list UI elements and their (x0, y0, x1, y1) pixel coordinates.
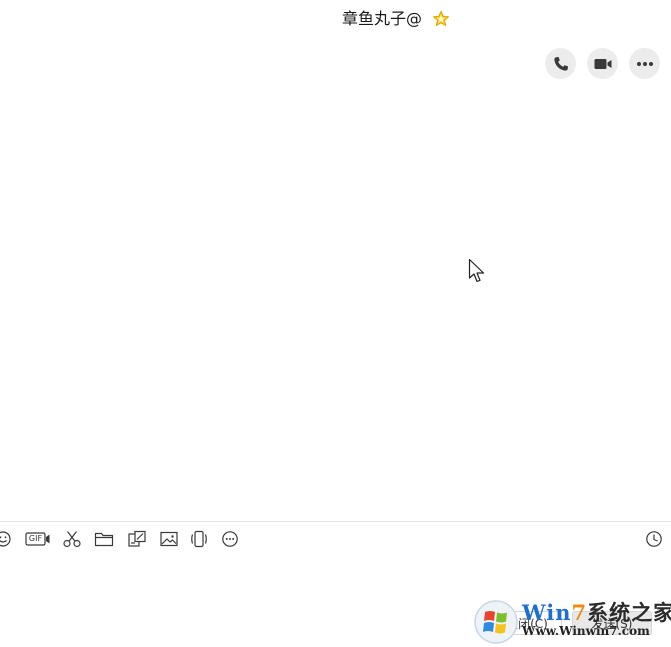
window-shake-button[interactable] (188, 527, 210, 551)
chat-title-bar: 章鱼丸子@ (0, 0, 671, 40)
shake-icon (189, 530, 209, 548)
more-tools-button[interactable] (219, 527, 241, 551)
screenshot-cut-button[interactable] (61, 527, 83, 551)
gif-icon: GIF (25, 531, 51, 547)
message-area[interactable] (0, 86, 671, 520)
more-options-button[interactable] (629, 48, 660, 79)
screen-capture-button[interactable] (126, 527, 148, 551)
send-file-button[interactable] (93, 527, 115, 551)
call-actions (545, 48, 661, 80)
input-toolbar: GIF (0, 527, 671, 553)
message-input[interactable] (0, 556, 671, 608)
input-divider (0, 521, 671, 522)
folder-icon (94, 530, 114, 548)
video-icon (593, 55, 613, 73)
gif-button[interactable]: GIF (25, 527, 51, 551)
video-call-button[interactable] (587, 48, 618, 79)
more-icon (636, 61, 654, 67)
mouse-cursor-icon (468, 258, 486, 284)
more-circle-icon (221, 530, 239, 548)
screenshot-icon (127, 530, 147, 548)
bottom-buttons: 关闭(C) 发送(S) (492, 611, 667, 637)
gif-label: GIF (28, 534, 43, 543)
scissors-icon (62, 530, 82, 548)
message-history-button[interactable] (643, 527, 665, 551)
chat-title: 章鱼丸子@ (342, 9, 423, 28)
image-icon (159, 530, 179, 548)
close-button[interactable]: 关闭(C) (492, 611, 562, 635)
emoji-button[interactable] (0, 527, 13, 551)
phone-icon (552, 55, 570, 73)
star-icon[interactable] (432, 10, 450, 28)
voice-call-button[interactable] (545, 48, 576, 79)
emoji-icon (0, 530, 12, 548)
send-image-button[interactable] (158, 527, 180, 551)
send-button[interactable]: 发送(S) (572, 611, 652, 635)
history-clock-icon (645, 530, 663, 548)
